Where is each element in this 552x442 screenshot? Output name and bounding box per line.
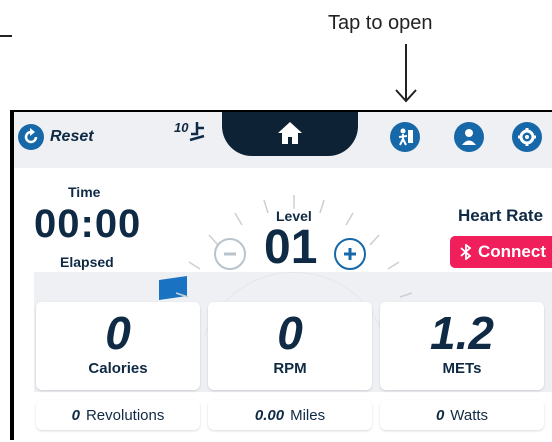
miles-label: Miles — [290, 406, 326, 424]
level-value: 01 — [264, 221, 318, 274]
miles-stat: 0.00 Miles — [208, 400, 372, 430]
rpm-label: RPM — [273, 360, 307, 377]
time-value: 00:00 — [34, 202, 142, 246]
calories-card: 0 Calories — [36, 302, 200, 390]
level-decrease-button[interactable] — [214, 238, 246, 270]
connect-label: Connect — [478, 242, 546, 261]
revolutions-stat: 0 Revolutions — [36, 400, 200, 430]
user-button[interactable] — [454, 122, 484, 152]
refresh-icon — [18, 124, 44, 150]
watts-value: 0 — [435, 406, 445, 424]
home-icon — [278, 122, 302, 144]
incline-indicator: 10 — [174, 120, 206, 142]
elapsed-label: Elapsed — [60, 254, 114, 270]
miles-value: 0.00 — [254, 406, 285, 424]
workout-icon — [398, 128, 413, 146]
home-tab[interactable] — [222, 112, 358, 156]
bluetooth-icon — [460, 244, 472, 260]
time-label: Time — [68, 184, 101, 200]
mets-card: 1.2 METs — [380, 302, 544, 390]
gear-icon — [518, 128, 536, 146]
rpm-value: 0 — [277, 307, 303, 359]
user-icon — [462, 129, 476, 145]
console-screen: Reset 10 Time 00:00 Elapsed Level 01 Hea… — [14, 112, 552, 442]
incline-icon — [190, 122, 205, 142]
rpm-card: 0 RPM — [208, 302, 372, 390]
top-bar: Reset 10 — [14, 112, 552, 168]
reset-label: Reset — [50, 128, 94, 145]
settings-button[interactable] — [512, 122, 542, 152]
tap-to-open-caption: Tap to open — [328, 12, 433, 34]
watts-label: Watts — [450, 406, 489, 424]
watts-stat: 0 Watts — [380, 400, 544, 430]
minus-icon — [224, 252, 236, 256]
plus-icon — [344, 248, 356, 260]
mets-value: 1.2 — [430, 307, 494, 359]
heart-rate-label: Heart Rate — [458, 206, 544, 225]
calories-label: Calories — [88, 360, 148, 377]
divider-line — [0, 35, 12, 37]
revolutions-value: 0 — [71, 406, 80, 424]
incline-value: 10 — [174, 120, 189, 135]
mets-label: METs — [442, 360, 482, 377]
level-increase-button[interactable] — [334, 238, 366, 270]
workout-button[interactable] — [390, 122, 420, 152]
revolutions-label: Revolutions — [85, 406, 165, 424]
down-arrow-icon — [395, 44, 417, 103]
reset-button[interactable]: Reset — [18, 124, 94, 150]
connect-button[interactable]: Connect — [450, 236, 552, 268]
calories-value: 0 — [105, 307, 131, 359]
